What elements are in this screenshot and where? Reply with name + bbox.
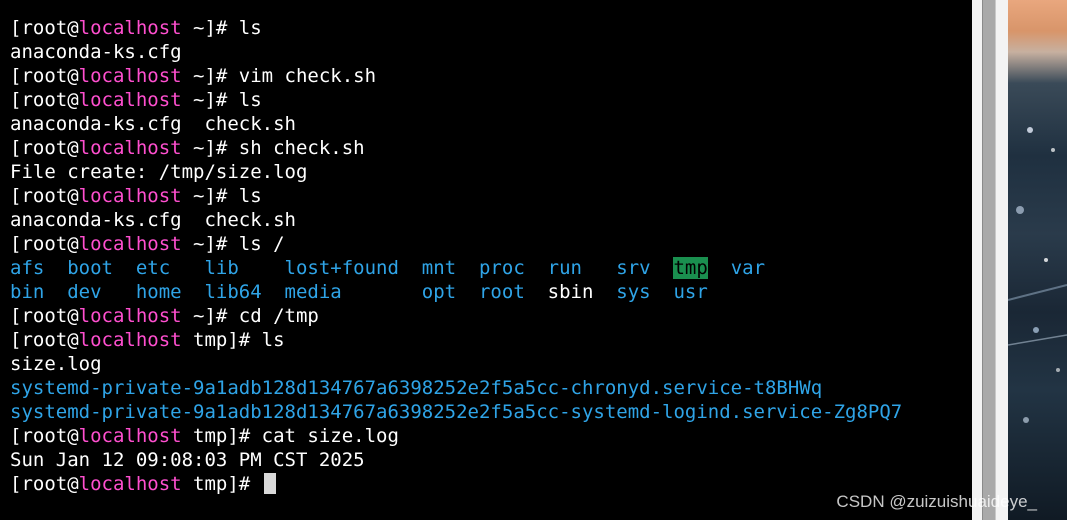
terminal-text: ~]# sh check.sh	[181, 137, 365, 159]
terminal-line: [root@localhost tmp]# ls	[10, 328, 285, 352]
terminal-text: ~]# ls	[181, 17, 262, 39]
terminal-text: anaconda-ks.cfg	[10, 41, 182, 63]
terminal-text: [root@	[10, 137, 79, 159]
terminal-line: systemd-private-9a1adb128d134767a6398252…	[10, 400, 902, 424]
terminal-text: ~]# vim check.sh	[181, 65, 377, 87]
terminal-text: Sun Jan 12 09:08:03 PM CST 2025	[10, 449, 365, 471]
terminal-line: size.log	[10, 352, 102, 376]
terminal-text: [root@	[10, 185, 79, 207]
terminal-line: [root@localhost tmp]#	[10, 472, 276, 496]
terminal-text: [root@	[10, 329, 79, 351]
directory-listing-text: systemd-private-9a1adb128d134767a6398252…	[10, 377, 823, 399]
terminal-line: bin dev home lib64 media opt root sbin s…	[10, 280, 708, 304]
terminal-text: size.log	[10, 353, 102, 375]
terminal-line: afs boot etc lib lost+found mnt proc run…	[10, 256, 765, 280]
hostname-text: localhost	[78, 473, 182, 495]
wallpaper-bokeh-image	[1008, 127, 1067, 423]
terminal-text: tmp]# ls	[181, 329, 285, 351]
directory-listing-text: sys usr	[593, 281, 708, 303]
hostname-text: localhost	[78, 89, 182, 111]
terminal-text: ~]# ls	[181, 185, 262, 207]
terminal-text: [root@	[10, 425, 79, 447]
terminal-line: anaconda-ks.cfg	[10, 40, 182, 64]
terminal-text: ~]# ls /	[181, 233, 285, 255]
terminal-line: [root@localhost ~]# sh check.sh	[10, 136, 365, 160]
scrollbar-thumb[interactable]	[982, 0, 996, 520]
terminal-line: File create: /tmp/size.log	[10, 160, 307, 184]
terminal-text: [root@	[10, 89, 79, 111]
directory-listing-text: systemd-private-9a1adb128d134767a6398252…	[10, 401, 903, 423]
tmp-directory-highlight: tmp	[673, 257, 708, 279]
hostname-text: localhost	[78, 305, 182, 327]
hostname-text: localhost	[78, 65, 182, 87]
terminal-text: [root@	[10, 473, 79, 495]
terminal-text: ~]# ls	[181, 89, 262, 111]
hostname-text: localhost	[78, 137, 182, 159]
csdn-watermark: CSDN @zuizuishuaideye_	[836, 492, 1037, 511]
terminal-text: tmp]#	[181, 473, 262, 495]
terminal-line: Sun Jan 12 09:08:03 PM CST 2025	[10, 448, 365, 472]
terminal-line: [root@localhost ~]# cd /tmp	[10, 304, 319, 328]
directory-listing-text: bin dev home lib64 media opt root	[10, 281, 548, 303]
terminal-line: [root@localhost ~]# ls /	[10, 232, 285, 256]
terminal-line: [root@localhost ~]# ls	[10, 16, 262, 40]
hostname-text: localhost	[78, 329, 182, 351]
terminal-line: [root@localhost ~]# vim check.sh	[10, 64, 376, 88]
terminal-line: anaconda-ks.cfg check.sh	[10, 112, 296, 136]
terminal-text: [root@	[10, 65, 79, 87]
terminal-text: anaconda-ks.cfg check.sh	[10, 209, 296, 231]
terminal-text: [root@	[10, 17, 79, 39]
hostname-text: localhost	[78, 425, 182, 447]
terminal-line: systemd-private-9a1adb128d134767a6398252…	[10, 376, 822, 400]
desktop-wallpaper	[1008, 0, 1067, 520]
hostname-text: localhost	[78, 17, 182, 39]
terminal-text: File create: /tmp/size.log	[10, 161, 308, 183]
terminal-line: [root@localhost tmp]# cat size.log	[10, 424, 399, 448]
terminal-text: anaconda-ks.cfg check.sh	[10, 113, 296, 135]
terminal-text: [root@	[10, 233, 79, 255]
directory-listing-text: afs boot etc lib lost+found mnt proc run…	[10, 257, 674, 279]
terminal-text: [root@	[10, 305, 79, 327]
terminal-line: anaconda-ks.cfg check.sh	[10, 208, 296, 232]
directory-listing-text: var	[730, 257, 766, 279]
terminal-line: [root@localhost ~]# ls	[10, 184, 262, 208]
terminal-text: ~]# cd /tmp	[181, 305, 319, 327]
terminal-line: [root@localhost ~]# ls	[10, 88, 262, 112]
text-cursor	[263, 473, 276, 494]
hostname-text: localhost	[78, 233, 182, 255]
hostname-text: localhost	[78, 185, 182, 207]
terminal-text: sbin	[547, 281, 594, 303]
terminal-text: tmp]# cat size.log	[181, 425, 399, 447]
scrollbar[interactable]	[972, 0, 1008, 520]
terminal-window[interactable]: [root@localhost ~]# ls anaconda-ks.cfg [ro…	[0, 0, 972, 520]
